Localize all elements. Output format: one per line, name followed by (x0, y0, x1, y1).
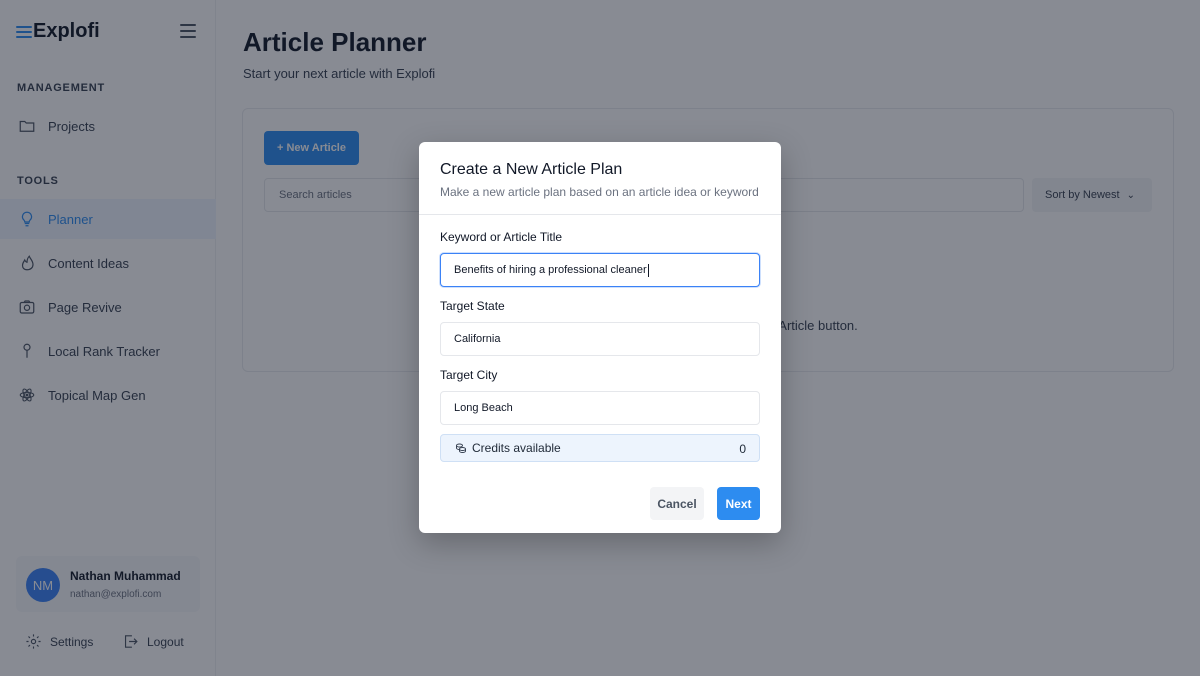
keyword-value: Benefits of hiring a professional cleane… (454, 264, 647, 276)
keyword-input[interactable]: Benefits of hiring a professional cleane… (440, 253, 760, 287)
target-state-label: Target State (440, 299, 505, 313)
keyword-label: Keyword or Article Title (440, 230, 563, 244)
modal-title: Create a New Article Plan (440, 161, 623, 178)
cancel-button[interactable]: Cancel (650, 487, 704, 520)
next-button[interactable]: Next (717, 487, 760, 520)
credits-value: 0 (739, 442, 746, 456)
create-article-plan-modal: Create a New Article Plan Make a new art… (419, 142, 781, 533)
target-state-input[interactable]: California (440, 322, 760, 356)
modal-divider (419, 214, 781, 215)
target-city-value: Long Beach (454, 402, 513, 414)
text-caret (647, 263, 649, 277)
coins-icon (456, 443, 466, 454)
target-state-value: California (454, 333, 501, 345)
target-city-label: Target City (440, 368, 498, 382)
credits-label: Credits available (472, 441, 561, 455)
target-city-input[interactable]: Long Beach (440, 391, 760, 425)
modal-subtitle: Make a new article plan based on an arti… (440, 185, 759, 199)
credits-banner: Credits available 0 (440, 434, 760, 462)
